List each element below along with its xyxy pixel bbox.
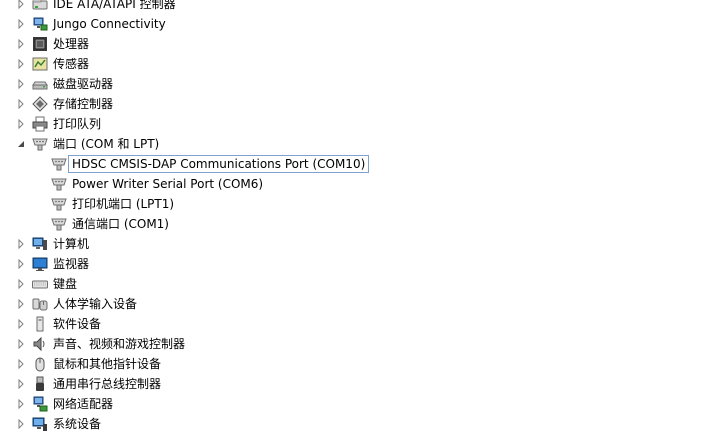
tree-item-human-interface-devices[interactable]: 人体学输入设备: [0, 294, 726, 314]
tree-item-label: IDE ATA/ATAPI 控制器: [53, 0, 176, 11]
network-device-icon: [32, 16, 48, 32]
tree-item-disk-drives[interactable]: 磁盘驱动器: [0, 74, 726, 94]
tree-item-storage-controllers[interactable]: 存储控制器: [0, 94, 726, 114]
speaker-icon: [32, 336, 48, 352]
expand-arrow-icon[interactable]: [17, 399, 25, 409]
expand-arrow-icon[interactable]: [17, 19, 25, 29]
expand-arrow-icon[interactable]: [17, 299, 25, 309]
expand-arrow-icon[interactable]: [17, 239, 25, 249]
processor-icon: [32, 36, 48, 52]
tree-item-label: 系统设备: [53, 417, 102, 431]
monitor-icon: [32, 256, 48, 272]
expand-arrow-icon[interactable]: [17, 39, 25, 49]
tree-item-keyboards[interactable]: 键盘: [0, 274, 726, 294]
tree-item-label: 人体学输入设备: [53, 297, 138, 311]
expand-arrow-icon[interactable]: [17, 279, 25, 289]
tree-item-monitors[interactable]: 监视器: [0, 254, 726, 274]
tree-item-label: 软件设备: [53, 317, 102, 331]
tree-item-network-adapters[interactable]: 网络适配器: [0, 394, 726, 414]
tree-item-label: 鼠标和其他指针设备: [53, 357, 162, 371]
tree-item-label: 网络适配器: [53, 397, 114, 411]
tree-item-label: Power Writer Serial Port (COM6): [72, 177, 264, 191]
port-connector-icon: [32, 136, 48, 152]
disk-drive-icon: [32, 76, 48, 92]
tree-item-label: 通信端口 (COM1): [72, 217, 169, 231]
tree-item-mice-pointing-devices[interactable]: 鼠标和其他指针设备: [0, 354, 726, 374]
expand-arrow-icon[interactable]: [17, 0, 25, 9]
expand-arrow-icon[interactable]: [17, 59, 25, 69]
tree-item-print-queues[interactable]: 打印队列: [0, 114, 726, 134]
tree-item-system-devices[interactable]: 系统设备: [0, 414, 726, 434]
tree-item-software-devices[interactable]: 软件设备: [0, 314, 726, 334]
expand-arrow-icon[interactable]: [17, 379, 25, 389]
port-connector-icon: [51, 216, 67, 232]
sensor-icon: [32, 56, 48, 72]
network-adapter-icon: [32, 396, 48, 412]
port-connector-icon: [51, 156, 67, 172]
tree-item-label: 打印机端口 (LPT1): [72, 197, 175, 211]
device-tree: IDE ATA/ATAPI 控制器 Jungo Connectivity 处理器…: [0, 0, 726, 441]
expand-arrow-icon[interactable]: [17, 359, 25, 369]
tree-item-sensors[interactable]: 传感器: [0, 54, 726, 74]
tree-item-label: 处理器: [53, 37, 90, 51]
tree-item-label: 计算机: [53, 237, 90, 251]
tree-item-label: 磁盘驱动器: [53, 77, 114, 91]
storage-controller-icon: [32, 96, 48, 112]
port-connector-icon: [51, 176, 67, 192]
expand-arrow-icon[interactable]: [17, 419, 25, 429]
expand-arrow-icon[interactable]: [17, 119, 25, 129]
tree-item-communications-port[interactable]: 通信端口 (COM1): [0, 214, 726, 234]
expand-arrow-icon[interactable]: [17, 79, 25, 89]
tree-item-label: 通用串行总线控制器: [53, 377, 162, 391]
expand-arrow-icon[interactable]: [17, 319, 25, 329]
tree-item-label: 存储控制器: [53, 97, 114, 111]
tree-item-sound-video-game-controllers[interactable]: 声音、视频和游戏控制器: [0, 334, 726, 354]
software-device-icon: [32, 316, 48, 332]
usb-icon: [32, 376, 48, 392]
tree-item-printer-port[interactable]: 打印机端口 (LPT1): [0, 194, 726, 214]
tree-item-jungo-connectivity[interactable]: Jungo Connectivity: [0, 14, 726, 34]
tree-item-label: 打印队列: [53, 117, 102, 131]
expand-arrow-icon[interactable]: [17, 99, 25, 109]
tree-item-label: Jungo Connectivity: [53, 17, 166, 31]
port-connector-icon: [51, 196, 67, 212]
ide-controller-icon: [32, 0, 48, 12]
expand-arrow-icon[interactable]: [17, 339, 25, 349]
keyboard-icon: [32, 276, 48, 292]
system-device-icon: [32, 416, 48, 432]
tree-item-computer[interactable]: 计算机: [0, 234, 726, 254]
tree-item-hdsc-cmsis-dap-port[interactable]: HDSC CMSIS-DAP Communications Port (COM1…: [0, 154, 726, 174]
tree-item-power-writer-port[interactable]: Power Writer Serial Port (COM6): [0, 174, 726, 194]
tree-item-ports[interactable]: 端口 (COM 和 LPT): [0, 134, 726, 154]
printer-icon: [32, 116, 48, 132]
tree-item-label: 端口 (COM 和 LPT): [53, 137, 160, 151]
tree-item-label: 键盘: [53, 277, 78, 291]
tree-item-processors[interactable]: 处理器: [0, 34, 726, 54]
hid-icon: [32, 296, 48, 312]
tree-item-label: 传感器: [53, 57, 90, 71]
expand-arrow-icon[interactable]: [17, 259, 25, 269]
tree-item-label-selected: HDSC CMSIS-DAP Communications Port (COM1…: [68, 155, 370, 173]
collapse-arrow-icon[interactable]: [17, 140, 25, 148]
tree-item-usb-controllers[interactable]: 通用串行总线控制器: [0, 374, 726, 394]
tree-item-label: 监视器: [53, 257, 90, 271]
tree-item-ide-controllers[interactable]: IDE ATA/ATAPI 控制器: [0, 0, 726, 14]
tree-item-label: 声音、视频和游戏控制器: [53, 337, 186, 351]
mouse-icon: [32, 356, 48, 372]
computer-icon: [32, 236, 48, 252]
